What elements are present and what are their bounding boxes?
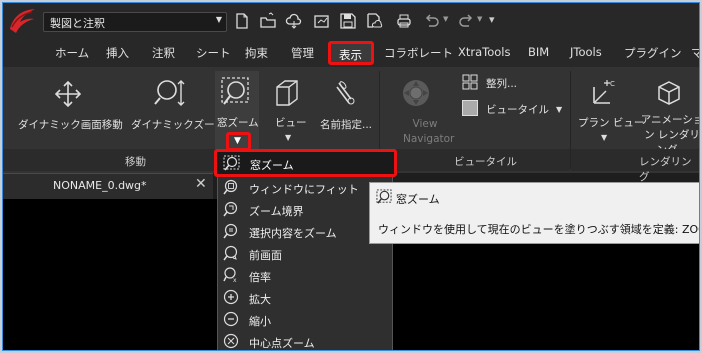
arrange-icon[interactable]	[461, 73, 479, 91]
open-drawing-icon[interactable]	[313, 12, 331, 30]
zoom-menu-item-fit-window[interactable]: ウィンドウにフィット	[218, 177, 394, 199]
menu-plugin[interactable]: プラグイン	[624, 45, 682, 61]
menu-insert[interactable]: 挿入	[106, 45, 129, 61]
zoom-menu-label: ウィンドウにフィット	[249, 183, 359, 196]
zoom-menu-item-scale[interactable]: x 倍率	[218, 265, 394, 287]
open-file-icon[interactable]	[259, 12, 277, 30]
zoom-fit-icon	[223, 179, 238, 195]
menu-jtools[interactable]: JTools	[570, 45, 602, 59]
tooltip-description: ウィンドウを使用して現在のビューを塗りつぶす領域を定義: ZOOM	[378, 223, 700, 236]
viewport-dropdown-icon[interactable]: ▼	[556, 105, 562, 114]
pan-arrows-icon[interactable]	[53, 79, 83, 109]
zoom-menu-item-previous[interactable]: 前画面	[218, 243, 394, 265]
zoom-menu-label: ズーム境界	[249, 205, 304, 218]
customize-toolbar-icon[interactable]: ▾	[489, 13, 495, 26]
document-tab[interactable]: NONAME_0.dwg* ✕	[3, 173, 213, 199]
menu-constraint[interactable]: 拘束	[245, 45, 268, 61]
window-zoom-icon	[221, 77, 249, 105]
named-view-icon[interactable]	[333, 79, 357, 107]
zoom-out-icon	[223, 311, 239, 327]
zoom-menu-item-out[interactable]: 縮小	[218, 309, 394, 331]
zoom-menu-item-in[interactable]: 拡大	[218, 287, 394, 309]
plan-view-icon[interactable]: C	[588, 77, 620, 109]
zoom-menu-label: 中心点ズーム	[249, 337, 315, 350]
view-cube-icon[interactable]	[271, 77, 303, 109]
viewport-icon[interactable]	[462, 100, 478, 116]
menu-view-tab[interactable]: 表示	[328, 41, 374, 65]
save-cloud-icon[interactable]	[365, 12, 383, 30]
redo-icon[interactable]	[457, 12, 475, 30]
undo-dropdown-icon[interactable]: ▼	[443, 15, 448, 23]
viewport-label[interactable]: ビュータイル	[486, 102, 549, 117]
app-logo-icon	[10, 9, 35, 33]
close-icon[interactable]: ✕	[195, 176, 207, 192]
zoom-menu-item-window[interactable]: 窓ズーム	[214, 149, 397, 177]
menu-manage[interactable]: 管理	[291, 45, 314, 61]
zoom-scale-icon: x	[223, 267, 237, 283]
chevron-down-icon: ▼	[215, 15, 222, 24]
menu-bim[interactable]: BIM	[528, 45, 549, 59]
print-icon[interactable]	[395, 12, 413, 30]
zoom-previous-icon	[223, 245, 238, 261]
zoom-menu-item-center[interactable]: 中心点ズーム	[218, 331, 394, 350]
zoom-menu-label: 拡大	[249, 293, 271, 306]
window-zoom-icon	[376, 189, 392, 204]
menu-view-label: 表示	[339, 48, 362, 62]
panel-title-rendering: レンダリング	[639, 156, 692, 183]
undo-icon[interactable]	[423, 12, 441, 30]
document-tab-name: NONAME_0.dwg*	[53, 179, 147, 192]
menu-more[interactable]: マ	[691, 45, 699, 61]
window-zoom-label: 窓ズーム	[217, 117, 259, 129]
title-bar: 製図と注釈 ▼ ▼ ▼ ▾	[3, 3, 699, 39]
cad-application-window: 製図と注釈 ▼ ▼ ▼ ▾ ホーム 挿入 注釈 シート 拘束 管理 コラボレート…	[2, 2, 700, 351]
zoom-menu-label: 倍率	[249, 271, 271, 284]
zoom-menu-item-extents[interactable]: ズーム境界	[218, 199, 394, 221]
window-zoom-icon	[223, 155, 240, 171]
svg-text:x: x	[233, 277, 237, 283]
menu-annotate[interactable]: 注釈	[152, 45, 175, 61]
plan-view-label[interactable]: プラン ビュー	[578, 115, 644, 130]
zoom-dropdown-menu: ウィンドウにフィット ズーム境界 選択内容をズーム 前画面 x 倍率 拡大 縮小	[217, 149, 394, 350]
new-file-icon[interactable]	[233, 12, 251, 30]
zoom-menu-label: 縮小	[249, 315, 271, 328]
zoom-in-icon	[223, 289, 239, 305]
menu-collaborate[interactable]: コラボレート	[384, 45, 453, 61]
save-icon[interactable]	[339, 12, 357, 30]
pan-label[interactable]: ダイナミック画面移動	[18, 117, 123, 132]
chevron-down-icon: ▼	[234, 136, 241, 146]
menu-home[interactable]: ホーム	[55, 45, 89, 61]
zoom-menu-label: 選択内容をズーム	[249, 227, 337, 240]
zoom-menu-item-selection[interactable]: 選択内容をズーム	[218, 221, 394, 243]
dynamic-zoom-label[interactable]: ダイナミックズーム	[131, 117, 225, 132]
workspace-combo[interactable]: 製図と注釈 ▼	[43, 12, 227, 32]
animation-render-icon[interactable]	[655, 79, 683, 107]
menu-xtratools[interactable]: XtraTools	[458, 45, 511, 59]
zoom-menu-label: 窓ズーム	[250, 159, 294, 172]
panel-title-viewtile: ビュータイル	[454, 156, 517, 168]
plan-view-dropdown-icon[interactable]: ▼	[601, 133, 607, 142]
zoom-menu-label: 前画面	[249, 249, 282, 262]
panel-title-move: 移動	[125, 156, 146, 168]
named-view-label[interactable]: 名前指定...	[320, 117, 372, 132]
tooltip: 窓ズーム ウィンドウを使用して現在のビューを塗りつぶす領域を定義: ZOOM	[369, 182, 700, 244]
dynamic-zoom-icon[interactable]	[153, 77, 187, 109]
menu-sheet[interactable]: シート	[196, 45, 231, 61]
view-dropdown-icon[interactable]: ▼	[285, 133, 291, 142]
svg-text:C: C	[610, 80, 615, 88]
view-label[interactable]: ビュー	[275, 115, 307, 130]
view-navigator-icon	[403, 80, 429, 106]
view-navigator-label: View Navigator	[403, 117, 455, 147]
zoom-extents-icon	[223, 201, 238, 217]
cloud-icon[interactable]	[285, 12, 303, 30]
zoom-selection-icon	[223, 223, 238, 239]
workspace-combo-value: 製図と注釈	[50, 17, 105, 30]
arrange-label[interactable]: 整列...	[486, 76, 517, 91]
zoom-center-icon	[223, 333, 239, 349]
tooltip-title: 窓ズーム	[396, 193, 440, 206]
view-navigator-text: View Navigator	[403, 118, 455, 145]
redo-dropdown-icon[interactable]: ▼	[477, 15, 482, 23]
